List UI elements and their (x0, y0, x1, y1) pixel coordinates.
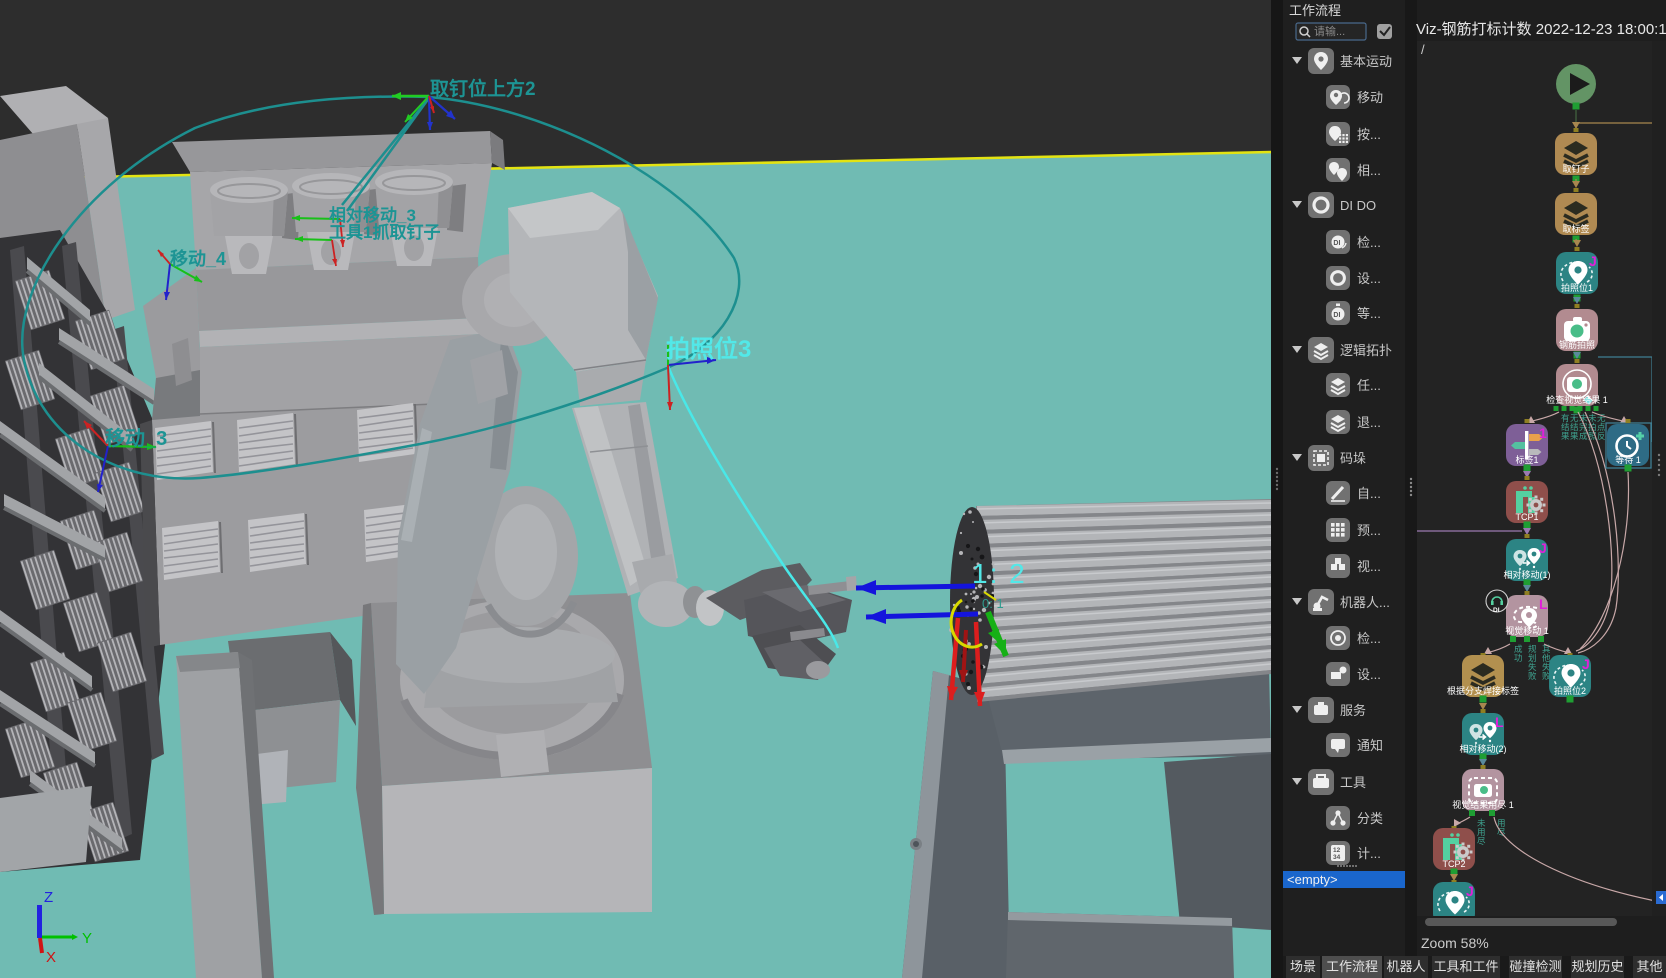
svg-text:等待 1: 等待 1 (1615, 454, 1641, 465)
svg-text:规划失败: 规划失败 (1528, 644, 1537, 681)
svg-text:J: J (1539, 540, 1547, 556)
svg-text:拍照位2: 拍照位2 (1554, 685, 1586, 696)
svg-text:J: J (1466, 883, 1474, 899)
svg-text:DI: DI (1493, 607, 1500, 614)
svg-text:J: J (1582, 656, 1590, 672)
svg-text:成功: 成功 (1514, 644, 1523, 663)
svg-text:TCP1: TCP1 (1515, 512, 1538, 522)
svg-text:1: 1 (1539, 425, 1547, 441)
svg-text:Viz-钢筋打标计数 2022-12-23 18:00:10: Viz-钢筋打标计数 2022-12-23 18:00:10 (1416, 21, 1666, 38)
svg-text:取标签: 取标签 (1562, 223, 1589, 234)
svg-text:Zoom 58%: Zoom 58% (1421, 935, 1489, 951)
svg-text:相对移动(1): 相对移动(1) (1504, 569, 1551, 580)
svg-text:取钉子: 取钉子 (1562, 164, 1589, 174)
svg-text:L: L (1495, 714, 1504, 730)
svg-text:钢筋拍照: 钢筋拍照 (1559, 339, 1595, 350)
svg-text:J: J (1589, 253, 1597, 269)
svg-text:视觉结果用尽 1: 视觉结果用尽 1 (1452, 799, 1514, 810)
svg-text:有结果: 有结果 (1561, 413, 1570, 441)
svg-text:未用尽: 未用尽 (1477, 818, 1486, 846)
svg-text:拍照位1: 拍照位1 (1561, 282, 1593, 293)
svg-text:标签1: 标签1 (1515, 454, 1538, 465)
svg-text:无点反: 无点反 (1597, 413, 1606, 441)
svg-text:无结果: 无结果 (1570, 413, 1579, 441)
svg-text:相对移动(2): 相对移动(2) (1460, 743, 1507, 754)
svg-text:L: L (1539, 596, 1548, 612)
svg-text:TCP2: TCP2 (1442, 859, 1465, 869)
svg-text:检查视觉结果 1: 检查视觉结果 1 (1546, 394, 1608, 405)
svg-text:/: / (1421, 42, 1425, 57)
svg-text:视觉移动 1: 视觉移动 1 (1505, 625, 1549, 636)
svg-text:根据分支焊接标签: 根据分支焊接标签 (1447, 685, 1519, 696)
